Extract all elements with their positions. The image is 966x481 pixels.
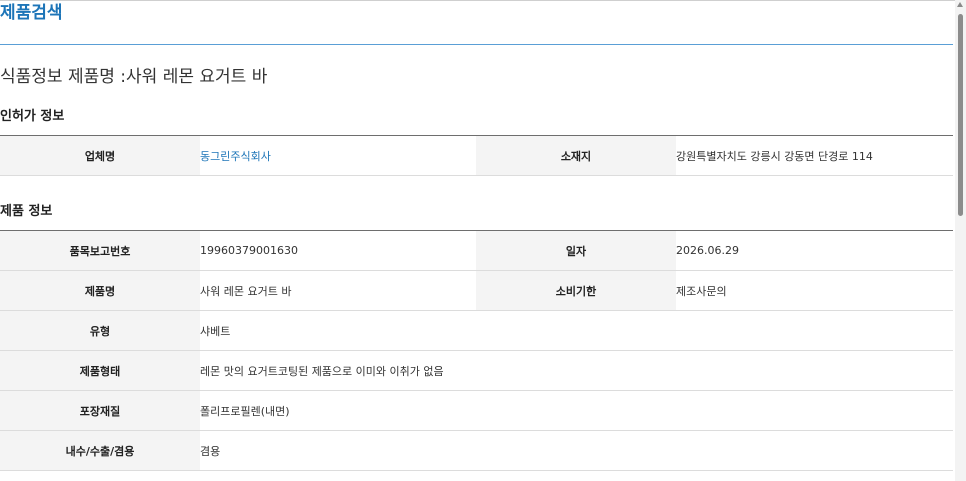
packaging-value: 폴리프로필렌(내면) [200,390,953,431]
product-heading: 식품정보 제품명 :사워 레몬 요거트 바 [0,67,268,87]
form-label: 제품형태 [0,350,200,391]
table-row: 제품명 사워 레몬 요거트 바 소비기한 제조사문의 [0,270,953,311]
company-link[interactable]: 동그린주식회사 [200,135,476,176]
date-value: 2026.06.29 [676,230,953,271]
report-no-label: 품목보고번호 [0,230,200,271]
title-divider [0,44,953,45]
product-info-table: 품목보고번호 19960379001630 일자 2026.06.29 제품명 … [0,230,953,471]
report-no-value: 19960379001630 [200,230,476,271]
table-row: 포장재질 폴리프로필렌(내면) [0,390,953,431]
expiry-value: 제조사문의 [676,270,953,311]
product-name-value: 사워 레몬 요거트 바 [200,270,476,311]
page-title: 제품검색 [0,3,63,23]
top-border [0,0,955,1]
packaging-label: 포장재질 [0,390,200,431]
table-row: 품목보고번호 19960379001630 일자 2026.06.29 [0,230,953,271]
product-search-page: 제품검색 식품정보 제품명 :사워 레몬 요거트 바 인허가 정보 업체명 동그… [0,0,955,481]
type-label: 유형 [0,310,200,351]
type-value: 샤베트 [200,310,953,351]
scrollbar-thumb[interactable] [958,14,963,216]
product-section-title: 제품 정보 [0,204,53,219]
scroll-up-arrow-icon[interactable] [957,2,963,7]
license-info-table: 업체명 동그린주식회사 소재지 강원특별자치도 강릉시 강동면 단경로 114 [0,135,953,176]
location-value: 강원특별자치도 강릉시 강동면 단경로 114 [676,135,953,176]
company-label: 업체명 [0,135,200,176]
table-row: 제품형태 레몬 맛의 요거트코팅된 제품으로 이미와 이취가 없음 [0,350,953,391]
market-label: 내수/수출/겸용 [0,430,200,471]
form-value: 레몬 맛의 요거트코팅된 제품으로 이미와 이취가 없음 [200,350,953,391]
date-label: 일자 [476,230,676,271]
location-label: 소재지 [476,135,676,176]
table-row: 업체명 동그린주식회사 소재지 강원특별자치도 강릉시 강동면 단경로 114 [0,135,953,176]
table-row: 내수/수출/겸용 겸용 [0,430,953,471]
license-section-title: 인허가 정보 [0,109,65,124]
product-name-label: 제품명 [0,270,200,311]
expiry-label: 소비기한 [476,270,676,311]
vertical-scrollbar[interactable] [955,0,966,481]
market-value: 겸용 [200,430,953,471]
table-row: 유형 샤베트 [0,310,953,351]
